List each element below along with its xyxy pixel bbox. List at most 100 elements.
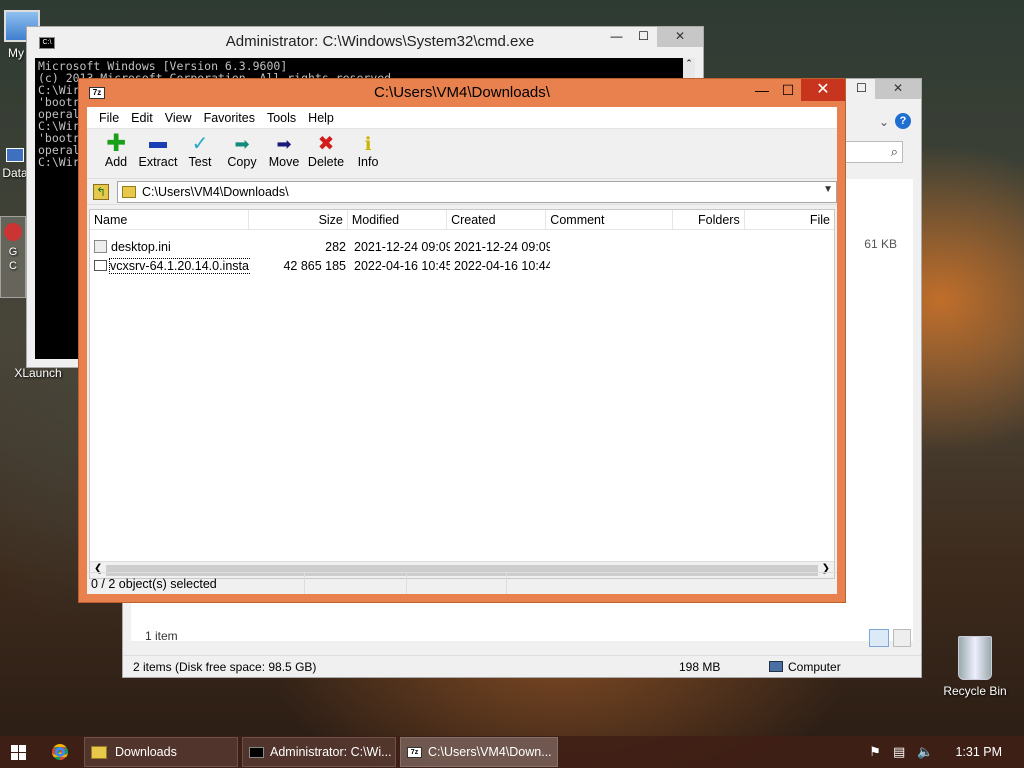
chevron-down-icon[interactable]: ⌄ (879, 115, 889, 129)
view-details-icon[interactable] (869, 629, 889, 647)
installer-file-icon (94, 260, 107, 271)
info-icon: ℹ (364, 134, 372, 154)
cell-name: desktop.ini (90, 238, 250, 257)
move-button[interactable]: ➡ Move (263, 129, 305, 178)
column-size[interactable]: Size (249, 210, 348, 229)
up-folder-icon[interactable]: ↰ (93, 183, 109, 200)
minimize-button[interactable]: — (603, 27, 630, 47)
windows-logo-icon (10, 744, 26, 760)
menu-help[interactable]: Help (302, 111, 340, 125)
window-title: Administrator: C:\Windows\System32\cmd.e… (225, 33, 535, 50)
desktop-icon-label: XLaunch (14, 366, 62, 380)
maximize-button[interactable]: ☐ (775, 79, 801, 101)
column-folders[interactable]: Folders (673, 210, 745, 229)
minimize-button[interactable]: — (749, 79, 775, 101)
explorer-status-bar: 2 items (Disk free space: 98.5 GB) 198 M… (123, 655, 921, 677)
7zip-app-icon: 7z (89, 87, 105, 99)
tool-label: Extract (138, 155, 178, 169)
column-modified[interactable]: Modified (348, 210, 448, 229)
chrome-icon (52, 744, 68, 760)
address-input[interactable]: C:\Users\VM4\Downloads\ ▼ (117, 180, 837, 203)
close-button[interactable]: ✕ (875, 79, 921, 99)
desktop-icon-label: Recycle Bin (943, 684, 1007, 698)
tool-label: Test (188, 155, 212, 169)
window-client: File Edit View Favorites Tools Help ✚ Ad… (87, 107, 837, 594)
start-button[interactable] (0, 736, 36, 768)
menu-bar: File Edit View Favorites Tools Help (87, 107, 837, 129)
window-controls: — ☐ ✕ (603, 27, 703, 47)
add-button[interactable]: ✚ Add (95, 129, 137, 178)
status-cell (507, 573, 837, 594)
taskbar-label: Downloads (115, 745, 177, 759)
table-row[interactable]: vcxsrv-64.1.20.14.0.insta... 42 865 185 … (90, 257, 834, 276)
close-button[interactable]: ✕ (801, 79, 845, 101)
check-icon: ✓ (191, 133, 209, 155)
tool-label: Add (104, 155, 128, 169)
minus-icon (137, 133, 179, 155)
file-name: vcxsrv-64.1.20.14.0.insta... (109, 258, 250, 274)
view-tiles-icon[interactable] (893, 629, 911, 647)
address-text: C:\Users\VM4\Downloads\ (142, 184, 289, 199)
search-input[interactable]: ⌕ (843, 141, 903, 163)
status-cell (305, 573, 407, 594)
folder-icon (91, 745, 107, 759)
desktop-icon-recycle-bin[interactable]: Recycle Bin (940, 636, 1010, 698)
file-name: desktop.ini (111, 240, 171, 254)
file-size-text: 61 KB (864, 237, 897, 251)
taskbar: Downloads Administrator: C:\Wi... 7z C:\… (0, 736, 1024, 768)
cell-created: 2022-04-16 10:44 (454, 259, 550, 273)
column-name[interactable]: Name (90, 210, 249, 229)
taskbar-button-cmd[interactable]: Administrator: C:\Wi... (242, 737, 396, 767)
copy-button[interactable]: ➡ Copy (221, 129, 263, 178)
delete-button[interactable]: ✖ Delete (305, 129, 347, 178)
clock[interactable]: 1:31 PM (955, 745, 1002, 759)
menu-file[interactable]: File (93, 111, 125, 125)
window-controls: ☐ ✕ (848, 79, 921, 103)
chevron-down-icon[interactable]: ▼ (823, 184, 833, 195)
menu-favorites[interactable]: Favorites (198, 111, 261, 125)
table-row[interactable]: desktop.ini 282 2021-12-24 09:09 2021-12… (90, 238, 834, 257)
window-title: C:\Users\VM4\Downloads\ (374, 84, 550, 101)
address-bar: ↰ C:\Users\VM4\Downloads\ ▼ (87, 179, 837, 205)
menu-edit[interactable]: Edit (125, 111, 159, 125)
chrome-taskbar-button[interactable] (36, 736, 84, 768)
column-headers: Name Size Modified Created Comment Folde… (90, 210, 834, 230)
menu-view[interactable]: View (159, 111, 198, 125)
status-bar: 0 / 2 object(s) selected (87, 572, 837, 594)
toolbar: ✚ Add Extract ✓ Test ➡ Copy ➡ Move ✖ Del… (87, 129, 837, 179)
cell-created: 2021-12-24 09:09 (454, 240, 550, 254)
tool-label: Move (268, 155, 300, 169)
taskbar-button-7zip[interactable]: 7z C:\Users\VM4\Down... (400, 737, 558, 767)
volume-muted-icon[interactable]: 🔈 (917, 744, 933, 760)
info-button[interactable]: ℹ Info (347, 129, 389, 178)
column-comment[interactable]: Comment (546, 210, 674, 229)
column-file[interactable]: File (745, 210, 834, 229)
menu-tools[interactable]: Tools (261, 111, 302, 125)
title-bar[interactable]: 7z C:\Users\VM4\Downloads\ — ☐ ✕ (79, 79, 845, 107)
help-icon[interactable]: ? (895, 113, 911, 129)
taskbar-button-downloads[interactable]: Downloads (84, 737, 238, 767)
extract-button[interactable]: Extract (137, 129, 179, 178)
cmd-app-icon: C:\ (39, 37, 55, 49)
x-icon: ✖ (317, 133, 335, 155)
folder-icon (122, 185, 136, 198)
shortcut-icon (6, 148, 24, 162)
app-icon (4, 223, 22, 241)
cell-modified: 2022-04-16 10:45 (354, 259, 450, 273)
close-button[interactable]: ✕ (657, 27, 703, 47)
cmd-icon (249, 746, 264, 758)
status-size: 198 MB (679, 660, 721, 674)
test-button[interactable]: ✓ Test (179, 129, 221, 178)
maximize-button[interactable]: ☐ (848, 79, 875, 99)
file-list[interactable]: Name Size Modified Created Comment Folde… (89, 209, 835, 579)
maximize-button[interactable]: ☐ (630, 27, 657, 47)
column-created[interactable]: Created (447, 210, 547, 229)
desktop-icon-g[interactable]: G C (0, 216, 26, 298)
recycle-bin-icon (958, 636, 992, 680)
status-items: 2 items (Disk free space: 98.5 GB) (133, 660, 317, 674)
action-center-flag-icon[interactable]: ⚑ (869, 744, 881, 760)
scroll-up-icon[interactable]: ⌃ (683, 58, 695, 69)
network-icon[interactable]: ▤ (893, 744, 905, 760)
plus-icon: ✚ (105, 130, 127, 157)
sevenzip-window[interactable]: 7z C:\Users\VM4\Downloads\ — ☐ ✕ File Ed… (78, 78, 846, 603)
